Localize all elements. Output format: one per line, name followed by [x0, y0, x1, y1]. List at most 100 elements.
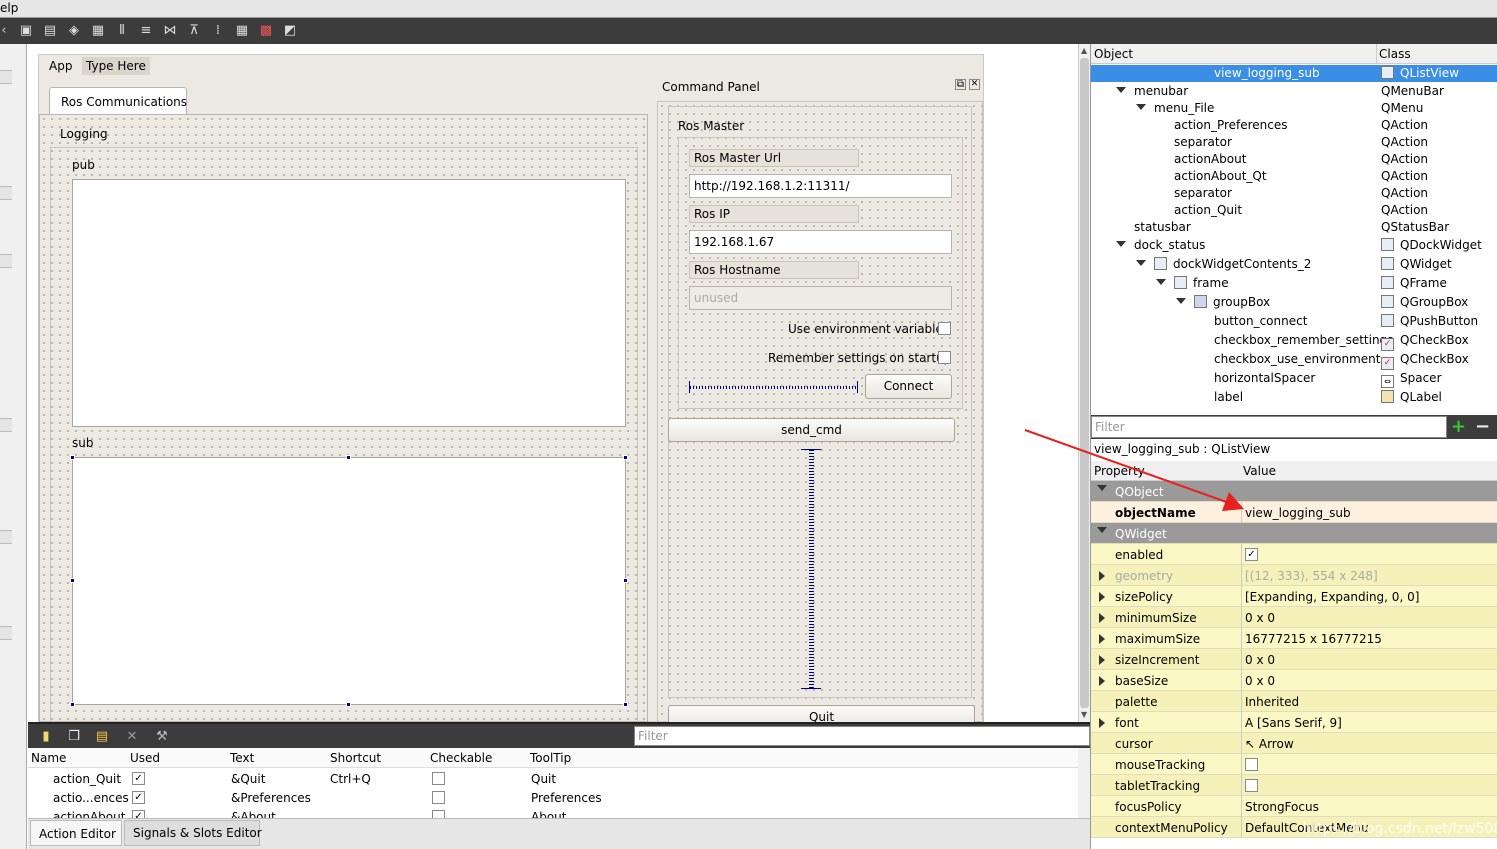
property-row[interactable]: focusPolicy StrongFocus	[1091, 796, 1497, 817]
edit-buddies-icon[interactable]: ◈	[66, 23, 82, 39]
ros-master-url-input[interactable]: http://192.168.1.2:11311/	[689, 174, 952, 198]
action-table-scrollbar[interactable]	[1078, 748, 1090, 818]
tab-signals-slots[interactable]: Signals & Slots Editor	[124, 820, 262, 846]
expand-arrow-icon[interactable]	[1176, 298, 1186, 304]
layout-grid-icon[interactable]: ▦	[234, 23, 250, 39]
selection-handle[interactable]	[623, 455, 628, 460]
col-text[interactable]: Text	[230, 751, 254, 765]
table-row[interactable]: actio...ences ✓ &Preferences Preferences	[28, 788, 1078, 807]
dock-float-icon[interactable]: ⧉	[955, 79, 966, 90]
tree-row-menubar[interactable]: menubar QMenuBar	[1091, 83, 1497, 100]
property-group-row[interactable]: QWidget	[1091, 523, 1497, 544]
expand-arrow-icon[interactable]	[1099, 718, 1105, 728]
tree-row-view-logging-sub[interactable]: view_logging_sub QListView	[1091, 65, 1497, 82]
tree-row[interactable]: dockWidgetContents_2 QWidget	[1091, 256, 1497, 273]
property-value[interactable]: view_logging_sub	[1245, 506, 1351, 520]
property-value[interactable]: ↖ Arrow	[1245, 737, 1294, 751]
layout-h-splitter-icon[interactable]: ⋈	[162, 23, 178, 39]
property-row[interactable]: maximumSize 16777215 x 16777215	[1091, 628, 1497, 649]
row-checkable-checkbox[interactable]	[432, 810, 445, 818]
ros-hostname-input[interactable]: unused	[689, 286, 952, 310]
tree-row[interactable]: action_Quit QAction	[1091, 202, 1497, 219]
layout-v-splitter-icon[interactable]: ⊼	[186, 23, 202, 39]
property-value[interactable]: Inherited	[1245, 695, 1299, 709]
property-value[interactable]: 0 x 0	[1245, 611, 1275, 625]
layout-vertical-icon[interactable]: ≡	[138, 23, 154, 39]
property-value[interactable]: 16777215 x 16777215	[1245, 632, 1382, 646]
delete-action-icon[interactable]: ✕	[124, 729, 140, 745]
menu-help[interactable]: elp	[0, 1, 18, 15]
expand-arrow-icon[interactable]	[1099, 592, 1105, 602]
action-filter-input[interactable]: Filter	[634, 726, 1090, 746]
expand-arrow-icon[interactable]	[1099, 571, 1105, 581]
canvas-scrollbar[interactable]: ▲ ▼	[1078, 44, 1090, 722]
chevron-left-icon[interactable]: ‹	[0, 23, 8, 39]
expand-arrow-icon[interactable]	[1099, 634, 1105, 644]
remove-dynamic-property-icon[interactable]: −	[1475, 416, 1490, 437]
property-value[interactable]: 0 x 0	[1245, 674, 1275, 688]
edit-signals-icon[interactable]: ▤	[42, 23, 58, 39]
property-row[interactable]: palette Inherited	[1091, 691, 1497, 712]
new-action-icon[interactable]: ▮	[38, 729, 54, 745]
expand-arrow-icon[interactable]	[1099, 655, 1105, 665]
header-value[interactable]: Value	[1243, 464, 1276, 478]
expand-arrow-icon[interactable]	[1156, 279, 1166, 285]
tree-row[interactable]: checkbox_use_environment ✓ QCheckBox	[1091, 351, 1497, 370]
tree-row[interactable]: statusbar QStatusBar	[1091, 219, 1497, 236]
col-name[interactable]: Name	[31, 751, 66, 765]
selection-handle[interactable]	[346, 455, 351, 460]
edit-widgets-icon[interactable]: ▣	[18, 23, 34, 39]
property-filter-input[interactable]: Filter	[1091, 416, 1447, 438]
property-value[interactable]: [(12, 333), 554 x 248]	[1245, 569, 1378, 583]
property-row[interactable]: geometry [(12, 333), 554 x 248]	[1091, 565, 1497, 586]
property-row[interactable]: sizePolicy [Expanding, Expanding, 0, 0]	[1091, 586, 1497, 607]
add-dynamic-property-icon[interactable]: +	[1451, 416, 1466, 437]
header-object[interactable]: Object	[1094, 47, 1133, 61]
selection-handle[interactable]	[70, 578, 75, 583]
selection-handle[interactable]	[623, 702, 628, 707]
selection-handle[interactable]	[346, 702, 351, 707]
property-value[interactable]: StrongFocus	[1245, 800, 1319, 814]
expand-arrow-icon[interactable]	[1136, 104, 1146, 110]
expand-arrow-icon[interactable]	[1116, 241, 1126, 247]
tree-row[interactable]: separator QAction	[1091, 134, 1497, 151]
tree-row-dock-status[interactable]: dock_status QDockWidget	[1091, 237, 1497, 254]
paste-action-icon[interactable]: ▤	[94, 729, 110, 745]
table-row[interactable]: action_Quit ✓ &Quit Ctrl+Q Quit	[28, 769, 1078, 788]
tab-action-editor[interactable]: Action Editor	[30, 820, 122, 846]
property-row[interactable]: mouseTracking	[1091, 754, 1497, 775]
row-used-checkbox[interactable]: ✓	[132, 791, 145, 804]
row-checkable-checkbox[interactable]	[432, 772, 445, 785]
layout-horizontal-icon[interactable]: ⦀	[114, 23, 130, 39]
tree-row[interactable]: groupBox QGroupBox	[1091, 294, 1497, 311]
col-used[interactable]: Used	[130, 751, 160, 765]
use-env-checkbox[interactable]	[938, 322, 951, 335]
expand-arrow-icon[interactable]	[1099, 613, 1105, 623]
pub-list-view[interactable]	[72, 179, 626, 427]
table-row[interactable]: actionAbout ✓ &About About	[28, 807, 1078, 818]
dock-close-icon[interactable]: ✕	[969, 79, 980, 90]
tree-row[interactable]: horizontalSpacer ⇔ Spacer	[1091, 370, 1497, 388]
property-value[interactable]: [Expanding, Expanding, 0, 0]	[1245, 590, 1419, 604]
configure-icon[interactable]: ⚒	[154, 729, 170, 745]
remember-settings-checkbox[interactable]	[938, 351, 951, 364]
property-value-checkbox[interactable]	[1245, 758, 1258, 771]
tree-row[interactable]: actionAbout_Qt QAction	[1091, 168, 1497, 185]
selection-handle[interactable]	[623, 578, 628, 583]
tree-row[interactable]: label QLabel	[1091, 389, 1497, 406]
horizontal-spacer[interactable]	[689, 381, 858, 393]
selection-handle[interactable]	[70, 702, 75, 707]
sub-list-view[interactable]	[72, 457, 626, 705]
property-row[interactable]: minimumSize 0 x 0	[1091, 607, 1497, 628]
tree-row-menu-file[interactable]: menu_File QMenu	[1091, 100, 1497, 117]
property-value-checkbox[interactable]	[1245, 779, 1258, 792]
property-row[interactable]: cursor ↖ Arrow	[1091, 733, 1497, 754]
property-row[interactable]: objectName view_logging_sub	[1091, 502, 1497, 523]
collapse-arrow-icon[interactable]	[1097, 527, 1107, 533]
menu-app[interactable]: App	[49, 59, 72, 73]
col-tooltip[interactable]: ToolTip	[530, 751, 571, 765]
col-checkable[interactable]: Checkable	[430, 751, 492, 765]
tree-row[interactable]: button_connect QPushButton	[1091, 313, 1497, 330]
collapse-arrow-icon[interactable]	[1097, 485, 1107, 491]
send-cmd-button[interactable]: send_cmd	[668, 418, 955, 442]
